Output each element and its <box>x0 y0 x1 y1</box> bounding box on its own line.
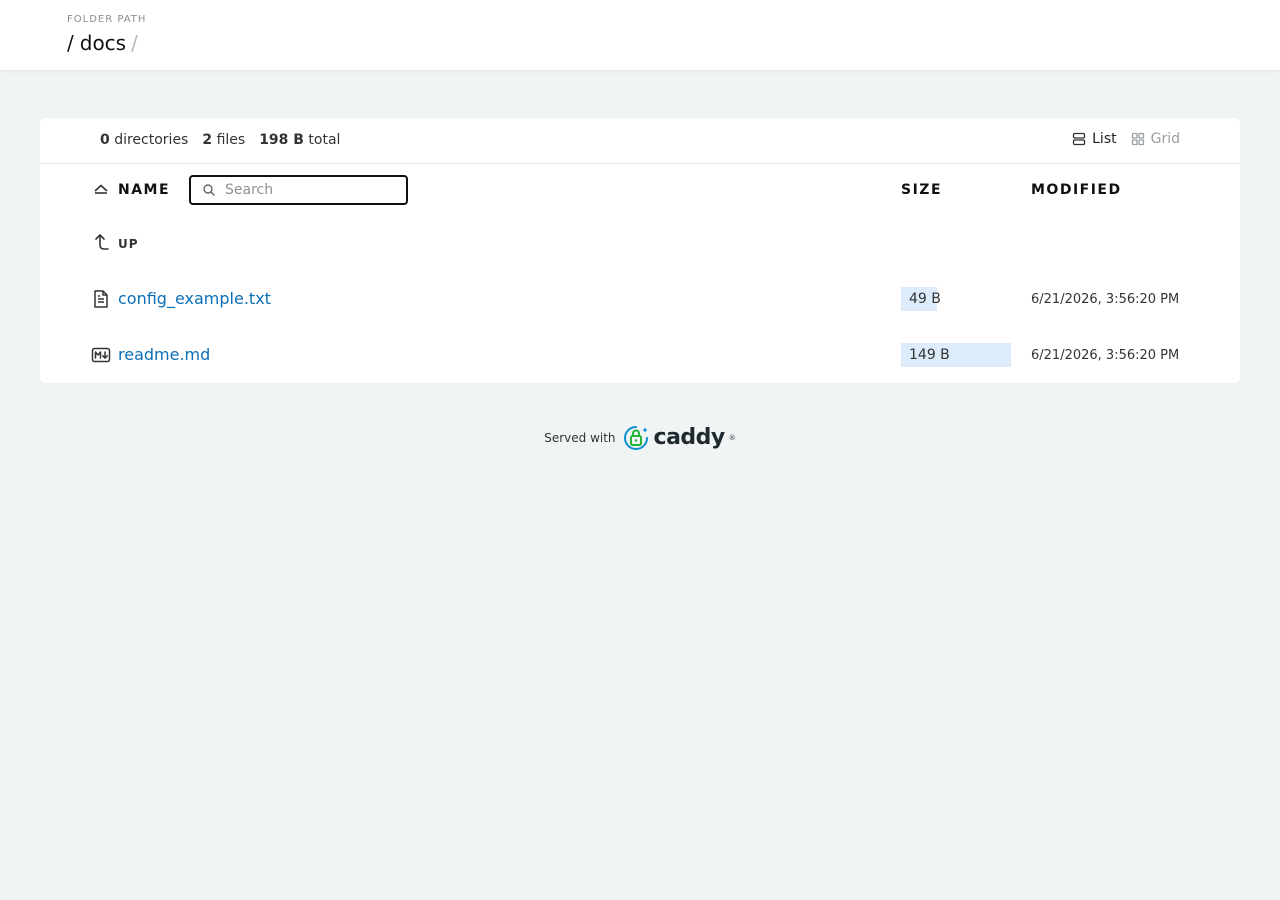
file-link[interactable]: readme.md <box>118 345 210 364</box>
files-summary: 2 files <box>202 132 246 148</box>
breadcrumb-root-separator[interactable]: / <box>67 31 74 55</box>
breadcrumb-current-folder[interactable]: docs <box>80 31 126 55</box>
file-modified: 6/21/2026, 3:56:20 PM <box>1031 292 1180 307</box>
text-file-icon <box>94 290 108 308</box>
list-icon <box>1072 132 1086 146</box>
file-size: 149 B <box>909 347 950 363</box>
column-header-size[interactable]: SIZE <box>901 182 942 198</box>
caddy-wordmark: caddy <box>653 425 726 450</box>
total-size-summary: 198 B total <box>259 132 341 148</box>
file-row[interactable]: config_example.txt 49 B 6/21/2026, 3:56:… <box>40 279 1240 319</box>
list-view-label: List <box>1092 131 1117 147</box>
sort-ascending-icon[interactable] <box>92 181 110 197</box>
file-size: 49 B <box>909 291 941 307</box>
page-footer: Served with caddy ® <box>0 424 1280 452</box>
folder-path-label: FOLDER PATH <box>67 14 147 25</box>
markdown-file-icon <box>91 347 111 363</box>
breadcrumb-trailing-separator: / <box>131 31 138 55</box>
grid-icon <box>1131 132 1144 146</box>
search-input[interactable] <box>223 181 403 199</box>
file-link[interactable]: config_example.txt <box>118 289 271 308</box>
grid-view-button[interactable]: Grid <box>1131 131 1180 147</box>
column-header-name[interactable]: NAME <box>118 182 170 198</box>
listing-summary: 0 directories 2 files 198 B total <box>100 132 340 148</box>
served-with-text: Served with <box>544 431 616 445</box>
file-row[interactable]: readme.md 149 B 6/21/2026, 3:56:20 PM <box>40 335 1240 375</box>
up-row[interactable]: UP <box>40 224 1240 264</box>
corner-left-up-icon <box>95 234 109 250</box>
up-label[interactable]: UP <box>118 237 139 251</box>
column-header-modified[interactable]: MODIFIED <box>1031 182 1122 198</box>
page-header: FOLDER PATH / docs / <box>0 0 1280 70</box>
breadcrumb: / docs / <box>67 31 138 55</box>
grid-view-label: Grid <box>1150 131 1180 147</box>
listing-card: 0 directories 2 files 198 B total List G… <box>40 118 1240 383</box>
search-box <box>189 175 408 205</box>
file-modified: 6/21/2026, 3:56:20 PM <box>1031 348 1180 363</box>
directories-summary: 0 directories <box>100 132 189 148</box>
list-view-button[interactable]: List <box>1072 131 1117 147</box>
caddy-lock-icon <box>623 426 648 450</box>
caddy-registered-mark: ® <box>728 434 736 442</box>
caddy-logo-link[interactable]: caddy ® <box>622 424 736 452</box>
search-icon <box>203 184 215 196</box>
summary-divider <box>40 163 1240 164</box>
layout-toggle: List Grid <box>1072 131 1180 147</box>
